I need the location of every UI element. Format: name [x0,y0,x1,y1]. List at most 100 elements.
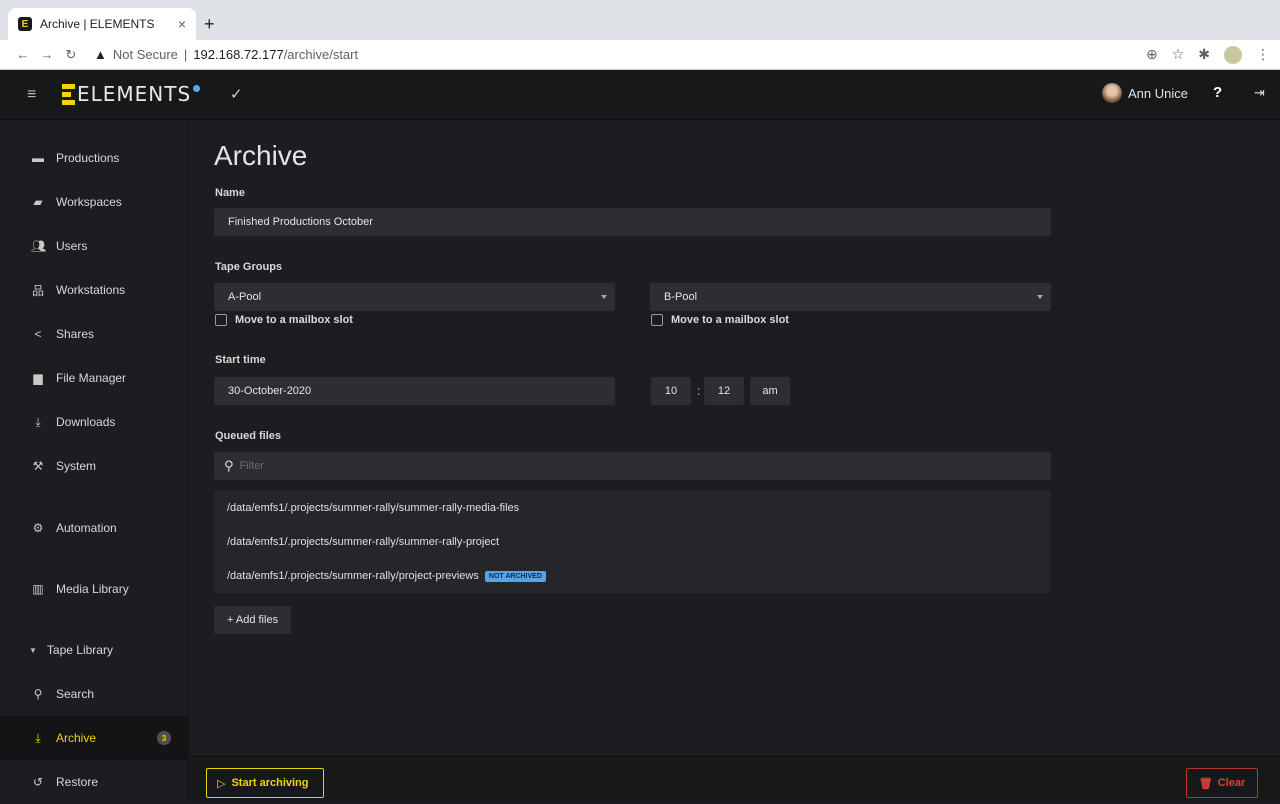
sidebar-item-label: File Manager [56,371,127,385]
checkmark-icon[interactable]: ✓ [230,85,243,103]
url-separator: | [183,47,188,62]
mailbox-checkbox-a[interactable]: Move to a mailbox slot [215,314,353,326]
reload-icon[interactable]: ↻ [60,47,82,63]
tab-title: Archive | ELEMENTS [40,17,155,31]
start-archiving-label: Start archiving [231,777,309,789]
queued-files-label: Queued files [215,430,282,442]
file-path: /data/emfs1/.projects/summer-rally/summe… [227,502,520,514]
url-host: 192.168.72.177 [193,47,284,62]
date-field[interactable]: 30-October-2020 [214,377,615,405]
sidebar-item-restore[interactable]: ↺ Restore [0,760,189,804]
sidebar-item-label: Workstations [56,283,126,297]
minute-field[interactable]: 12 [704,377,744,405]
hour-field[interactable]: 10 [651,377,691,405]
name-label: Name [215,187,245,199]
users-icon: 👥︎ [31,239,47,253]
bookmark-star-icon[interactable]: ☆ [1172,46,1185,64]
list-item[interactable]: /data/emfs1/.projects/summer-rally/proje… [214,559,1051,593]
search-icon: ⚲ [224,458,234,473]
checkbox[interactable] [215,314,227,326]
extensions-icon[interactable]: ✱ [1198,46,1210,64]
sidebar-item-workspaces[interactable]: ▰ Workspaces [0,180,189,224]
checkbox[interactable] [651,314,663,326]
sidebar-item-workstations[interactable]: 品 Workstations [0,268,189,312]
logo-mark-icon [62,83,75,105]
sidebar-item-file-manager[interactable]: ▆ File Manager [0,356,189,400]
sidebar-item-archive[interactable]: ⤓ Archive 3 [0,716,189,760]
sidebar-item-downloads[interactable]: ⤓ Downloads [0,400,189,444]
action-footer: ▷ Start archiving 🗑︎ Clear [190,756,1280,801]
browser-actions: ⊕ ☆ ✱ ⋮ [1146,46,1270,64]
add-files-button[interactable]: + Add files [214,606,292,634]
ampm-toggle[interactable]: am [750,377,790,405]
file-path: /data/emfs1/.projects/summer-rally/summe… [227,536,500,548]
list-item[interactable]: /data/emfs1/.projects/summer-rally/summe… [214,525,1051,559]
sidebar-item-users[interactable]: 👥︎ Users [0,224,189,268]
sidebar: ▬ Productions ▰ Workspaces 👥︎ Users 品 Wo… [0,120,189,801]
sidebar-item-label: Automation [56,521,117,535]
filter-field[interactable]: ⚲ [214,452,1051,480]
sidebar-item-search[interactable]: ⚲ Search [0,672,189,716]
profile-avatar[interactable] [1224,46,1242,64]
url-field[interactable]: ▲ Not Secure | 192.168.72.177 /archive/s… [94,47,358,62]
zoom-icon[interactable]: ⊕ [1146,46,1158,64]
sidebar-item-label: Users [56,239,88,253]
sidebar-item-productions[interactable]: ▬ Productions [0,136,189,180]
file-path: /data/emfs1/.projects/summer-rally/proje… [227,570,479,582]
tape-group-b-select[interactable]: B-Pool [650,283,1051,311]
back-icon[interactable]: ← [12,47,34,62]
checkbox-label: Move to a mailbox slot [235,314,353,326]
user-name: Ann Unice [1128,85,1188,101]
not-archived-badge: NOT ARCHIVED [484,570,546,582]
film-icon: ▥ [32,582,44,596]
logout-icon[interactable]: ⇥ [1254,85,1265,101]
search-icon: ⚲ [33,687,43,701]
sidebar-item-system[interactable]: ⚒ System [0,444,189,488]
forward-icon[interactable]: → [36,47,58,62]
user-menu[interactable]: Ann Unice [1102,83,1188,103]
app-header: ≡ ELEMENTS ✓ Ann Unice ? ⇥ [0,70,1280,120]
history-icon: ↺ [32,775,44,789]
tape-groups-label: Tape Groups [215,261,283,273]
browser-tab[interactable]: E Archive | ELEMENTS × [8,8,196,40]
sidebar-item-media-library[interactable]: ▥ Media Library [0,567,189,611]
checkbox-label: Move to a mailbox slot [671,314,789,326]
sidebar-item-label: Downloads [56,415,116,429]
browser-menu-icon[interactable]: ⋮ [1256,46,1270,64]
trash-icon: 🗑︎ [1198,777,1213,790]
download-icon: ⤓ [35,414,41,429]
briefcase-icon: ▬ [32,151,44,165]
play-icon: ▷ [217,777,226,790]
name-field[interactable]: Finished Productions October [214,208,1051,236]
new-tab-button[interactable]: + [204,14,215,35]
filter-input[interactable] [239,460,940,472]
sidebar-item-label: Restore [56,775,99,789]
start-archiving-button[interactable]: ▷ Start archiving [206,768,324,798]
dropdown-arrow-icon [601,295,607,299]
share-icon: < [34,327,42,341]
clear-button[interactable]: 🗑︎ Clear [1186,768,1258,798]
wrench-icon: ⚒ [32,459,44,473]
security-label: Not Secure [112,47,178,62]
hamburger-menu-icon[interactable]: ≡ [27,86,36,104]
tab-close-icon[interactable]: × [178,16,186,32]
sidebar-item-automation[interactable]: ⚙ Automation [0,506,189,550]
sidebar-item-shares[interactable]: < Shares [0,312,189,356]
sidebar-item-label: Search [56,687,95,701]
sidebar-item-label: Productions [56,151,120,165]
sidebar-item-label: Shares [56,327,95,341]
page-title: Archive [214,140,308,171]
tape-group-a-select[interactable]: A-Pool [214,283,615,311]
time-colon: : [697,384,701,398]
sidebar-item-label: System [56,459,97,473]
list-item[interactable]: /data/emfs1/.projects/summer-rally/summe… [214,491,1051,525]
elements-logo[interactable]: ELEMENTS [62,82,201,106]
sidebar-item-label: Archive [56,731,97,745]
help-button[interactable]: ? [1213,84,1222,101]
select-value: A-Pool [228,291,262,303]
archive-count-badge: 3 [157,731,171,745]
elements-favicon-icon: E [18,17,32,31]
select-value: B-Pool [664,291,698,303]
sidebar-group-tape-library[interactable]: ▼ Tape Library [0,628,189,672]
mailbox-checkbox-b[interactable]: Move to a mailbox slot [651,314,789,326]
